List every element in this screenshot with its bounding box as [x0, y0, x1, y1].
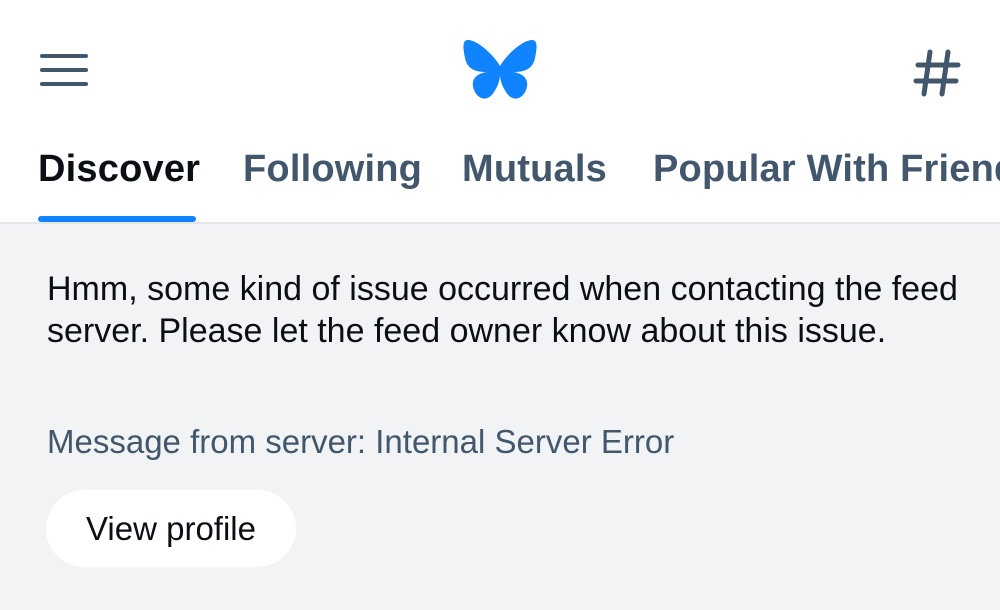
menu-button[interactable] [36, 48, 94, 92]
feed-screen: Discover Following Mutuals Popular With … [0, 0, 1000, 610]
menu-icon [40, 54, 88, 86]
feed-tabs: Discover Following Mutuals Popular With … [0, 130, 1000, 224]
hashtag-button[interactable] [910, 48, 964, 98]
butterfly-logo-icon[interactable] [462, 36, 538, 104]
tab-popular-with-friends[interactable]: Popular With Friends [653, 148, 1000, 191]
view-profile-button[interactable]: View profile [46, 490, 296, 567]
server-error-message: Message from server: Internal Server Err… [47, 423, 675, 460]
top-header [0, 0, 1000, 130]
tab-discover[interactable]: Discover [38, 148, 200, 191]
tab-following[interactable]: Following [243, 148, 422, 191]
active-tab-indicator [38, 216, 196, 222]
hashtag-icon [913, 49, 961, 97]
error-message: Hmm, some kind of issue occurred when co… [47, 270, 958, 350]
tab-mutuals[interactable]: Mutuals [462, 148, 607, 191]
feed-error-panel: Hmm, some kind of issue occurred when co… [0, 224, 1000, 610]
